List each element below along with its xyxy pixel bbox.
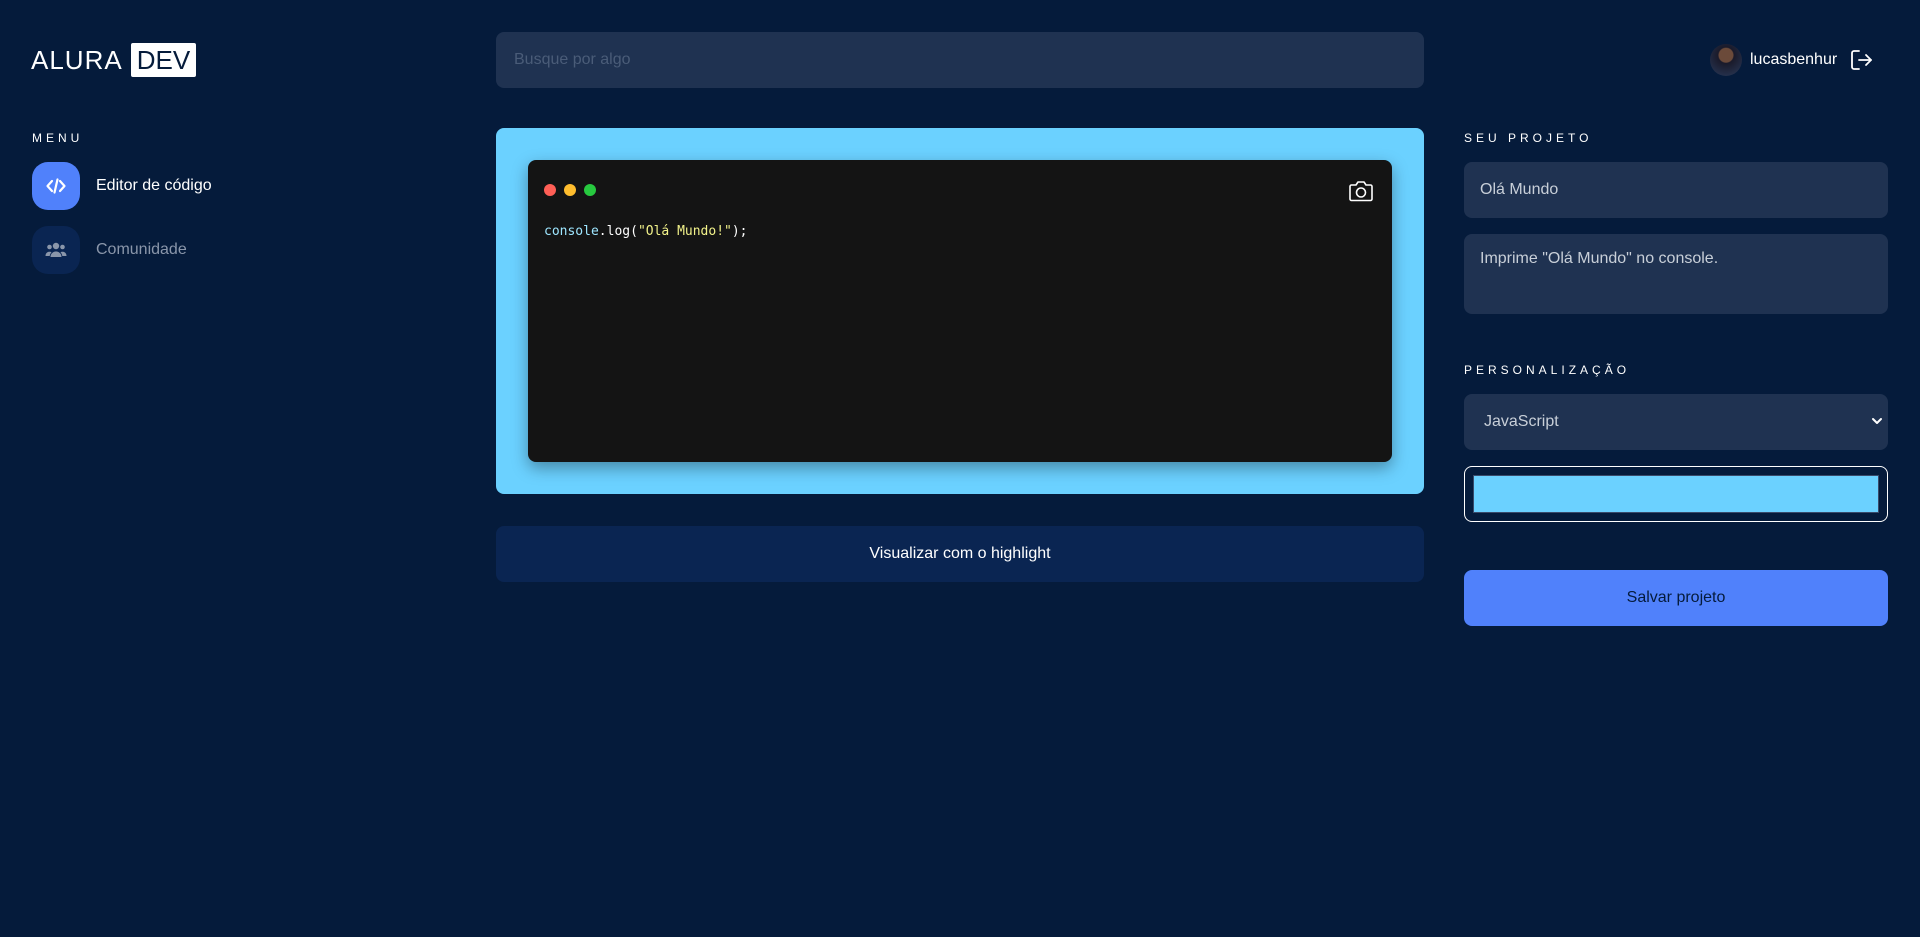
logo-badge: DEV xyxy=(130,43,197,77)
code-object: console xyxy=(544,224,599,239)
language-select-value: JavaScript xyxy=(1484,413,1559,430)
project-name-value: Olá Mundo xyxy=(1480,181,1559,198)
user-info: lucasbenhur xyxy=(1710,44,1875,76)
search-bar[interactable] xyxy=(496,32,1424,88)
avatar[interactable] xyxy=(1710,44,1742,76)
project-name-field[interactable]: Olá Mundo xyxy=(1464,162,1888,218)
camera-icon[interactable] xyxy=(1348,180,1374,202)
chevron-down-icon xyxy=(1872,418,1882,424)
language-select[interactable]: JavaScript xyxy=(1464,394,1888,450)
menu-item-editor-label: Editor de código xyxy=(96,177,212,194)
menu-item-community-icon-box xyxy=(32,226,80,274)
menu-title: MENU xyxy=(32,131,84,145)
logo[interactable]: ALURA DEV xyxy=(31,43,197,77)
logout-icon[interactable] xyxy=(1849,47,1875,73)
menu-item-editor[interactable]: Editor de código xyxy=(32,162,212,210)
window-dots xyxy=(544,184,604,196)
color-picker[interactable] xyxy=(1464,466,1888,522)
menu-item-editor-icon-box xyxy=(32,162,80,210)
code-icon xyxy=(46,178,66,194)
code-end: ); xyxy=(731,224,748,239)
code-string: "Olá Mundo!" xyxy=(637,224,732,239)
search-input[interactable] xyxy=(512,50,1424,70)
username: lucasbenhur xyxy=(1750,51,1838,68)
customization-section-title: PERSONALIZAÇÃO xyxy=(1464,363,1631,377)
users-icon xyxy=(45,242,67,257)
project-section-title: SEU PROJETO xyxy=(1464,131,1593,145)
highlight-button[interactable]: Visualizar com o highlight xyxy=(496,526,1424,582)
project-description-field[interactable]: Imprime "Olá Mundo" no console. xyxy=(1464,234,1888,314)
menu-item-community-label: Comunidade xyxy=(96,241,187,258)
color-swatch xyxy=(1473,475,1879,513)
save-project-button[interactable]: Salvar projeto xyxy=(1464,570,1888,626)
project-description-value: Imprime "Olá Mundo" no console. xyxy=(1480,250,1719,267)
code-content[interactable]: console.log("Olá Mundo!"); xyxy=(544,224,748,239)
green-dot xyxy=(584,184,596,196)
logo-text: ALURA xyxy=(31,45,123,75)
yellow-dot xyxy=(564,184,576,196)
red-dot xyxy=(544,184,556,196)
code-method: .log( xyxy=(598,224,638,239)
editor-container: console.log("Olá Mundo!"); xyxy=(496,128,1424,494)
menu-item-community[interactable]: Comunidade xyxy=(32,226,187,274)
code-editor[interactable]: console.log("Olá Mundo!"); xyxy=(528,160,1392,462)
